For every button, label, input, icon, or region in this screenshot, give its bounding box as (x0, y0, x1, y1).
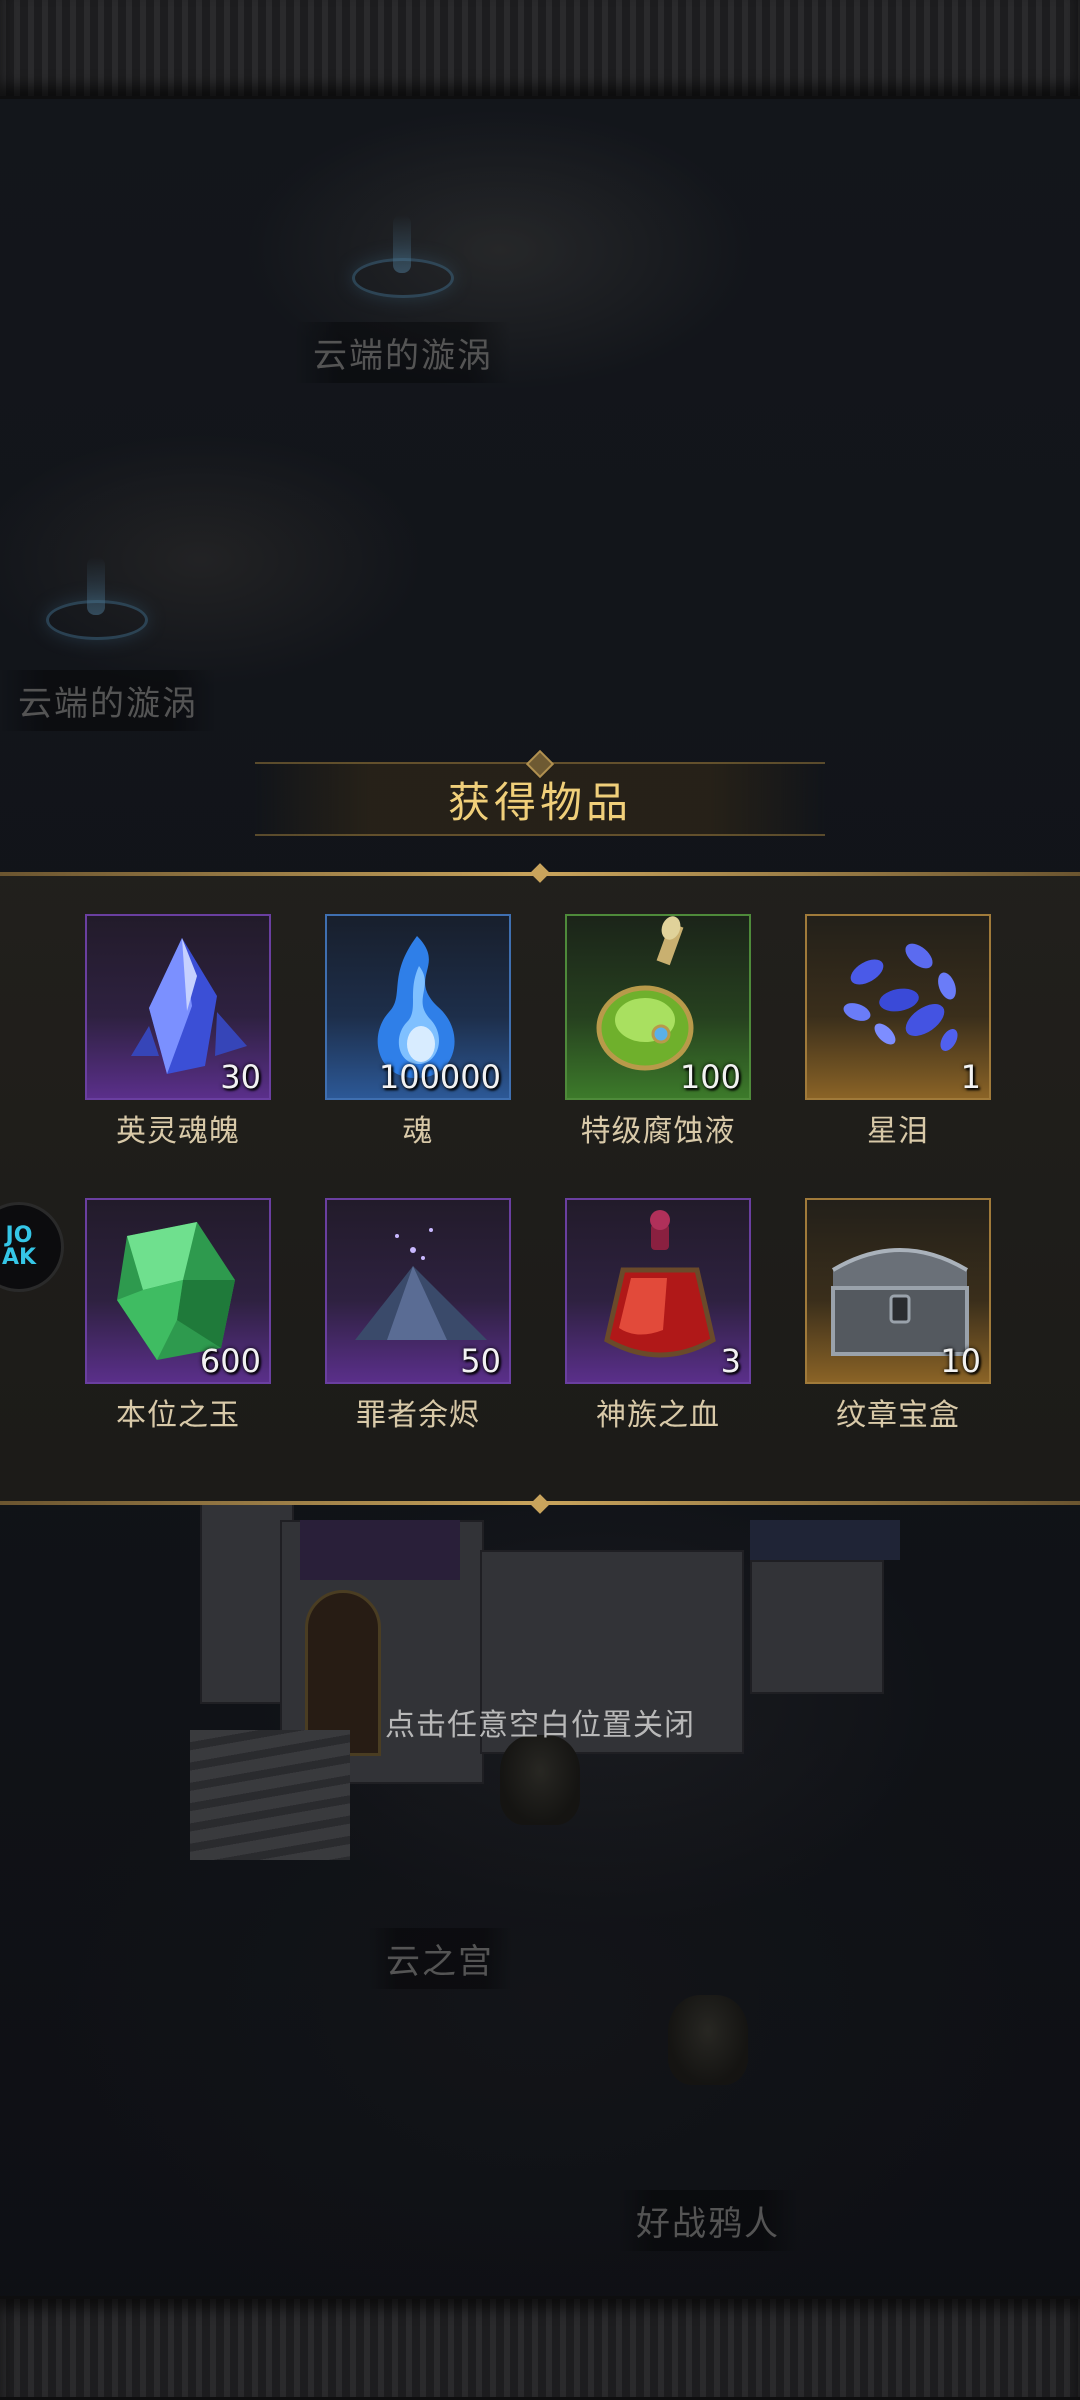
reward-item[interactable]: 50 罪者余烬 (325, 1198, 511, 1434)
item-tile[interactable]: 10 (805, 1198, 991, 1384)
item-name: 英灵魂魄 (116, 1114, 240, 1149)
reward-item[interactable]: 100 特级腐蚀液 (565, 914, 751, 1150)
item-quantity: 100 (679, 1058, 741, 1096)
reward-title-bar: 获得物品 (255, 749, 825, 836)
item-name: 特级腐蚀液 (580, 1114, 736, 1149)
item-name: 神族之血 (596, 1398, 720, 1433)
item-tile[interactable]: 1 (805, 914, 991, 1100)
bottom-ornate-border (0, 2296, 1080, 2400)
item-quantity: 10 (940, 1342, 981, 1380)
reward-item[interactable]: 100000 魂 (325, 914, 511, 1150)
reward-item[interactable]: 1 星泪 (805, 914, 991, 1150)
item-quantity: 100000 (378, 1058, 501, 1096)
reward-item[interactable]: 10 纹章宝盒 (805, 1198, 991, 1434)
item-quantity: 1 (960, 1058, 981, 1096)
item-quantity: 3 (720, 1342, 741, 1380)
item-tile[interactable]: 100 (565, 914, 751, 1100)
item-quantity: 50 (460, 1342, 501, 1380)
item-quantity: 600 (199, 1342, 261, 1380)
item-tile[interactable]: 100000 (325, 914, 511, 1100)
top-ornate-border (0, 0, 1080, 99)
reward-item[interactable]: 600 本位之玉 (85, 1198, 271, 1434)
item-tile[interactable]: 3 (565, 1198, 751, 1384)
item-tile[interactable]: 30 (85, 914, 271, 1100)
reward-item[interactable]: 3 神族之血 (565, 1198, 751, 1434)
reward-panel: 30 英灵魂魄 100000 魂 100 特级腐蚀液 1 星泪 600 本位之玉… (0, 863, 1080, 1514)
item-name: 罪者余烬 (356, 1398, 480, 1433)
reward-item[interactable]: 30 英灵魂魄 (85, 914, 271, 1150)
item-quantity: 30 (220, 1058, 261, 1096)
item-tile[interactable]: 50 (325, 1198, 511, 1384)
item-name: 魂 (402, 1114, 434, 1149)
reward-item-grid: 30 英灵魂魄 100000 魂 100 特级腐蚀液 1 星泪 600 本位之玉… (85, 914, 1000, 1464)
item-name: 纹章宝盒 (836, 1398, 960, 1433)
item-tile[interactable]: 600 (85, 1198, 271, 1384)
close-hint: 点击任意空白位置关闭 (385, 1708, 695, 1743)
item-name: 本位之玉 (116, 1398, 240, 1433)
item-name: 星泪 (867, 1114, 929, 1149)
